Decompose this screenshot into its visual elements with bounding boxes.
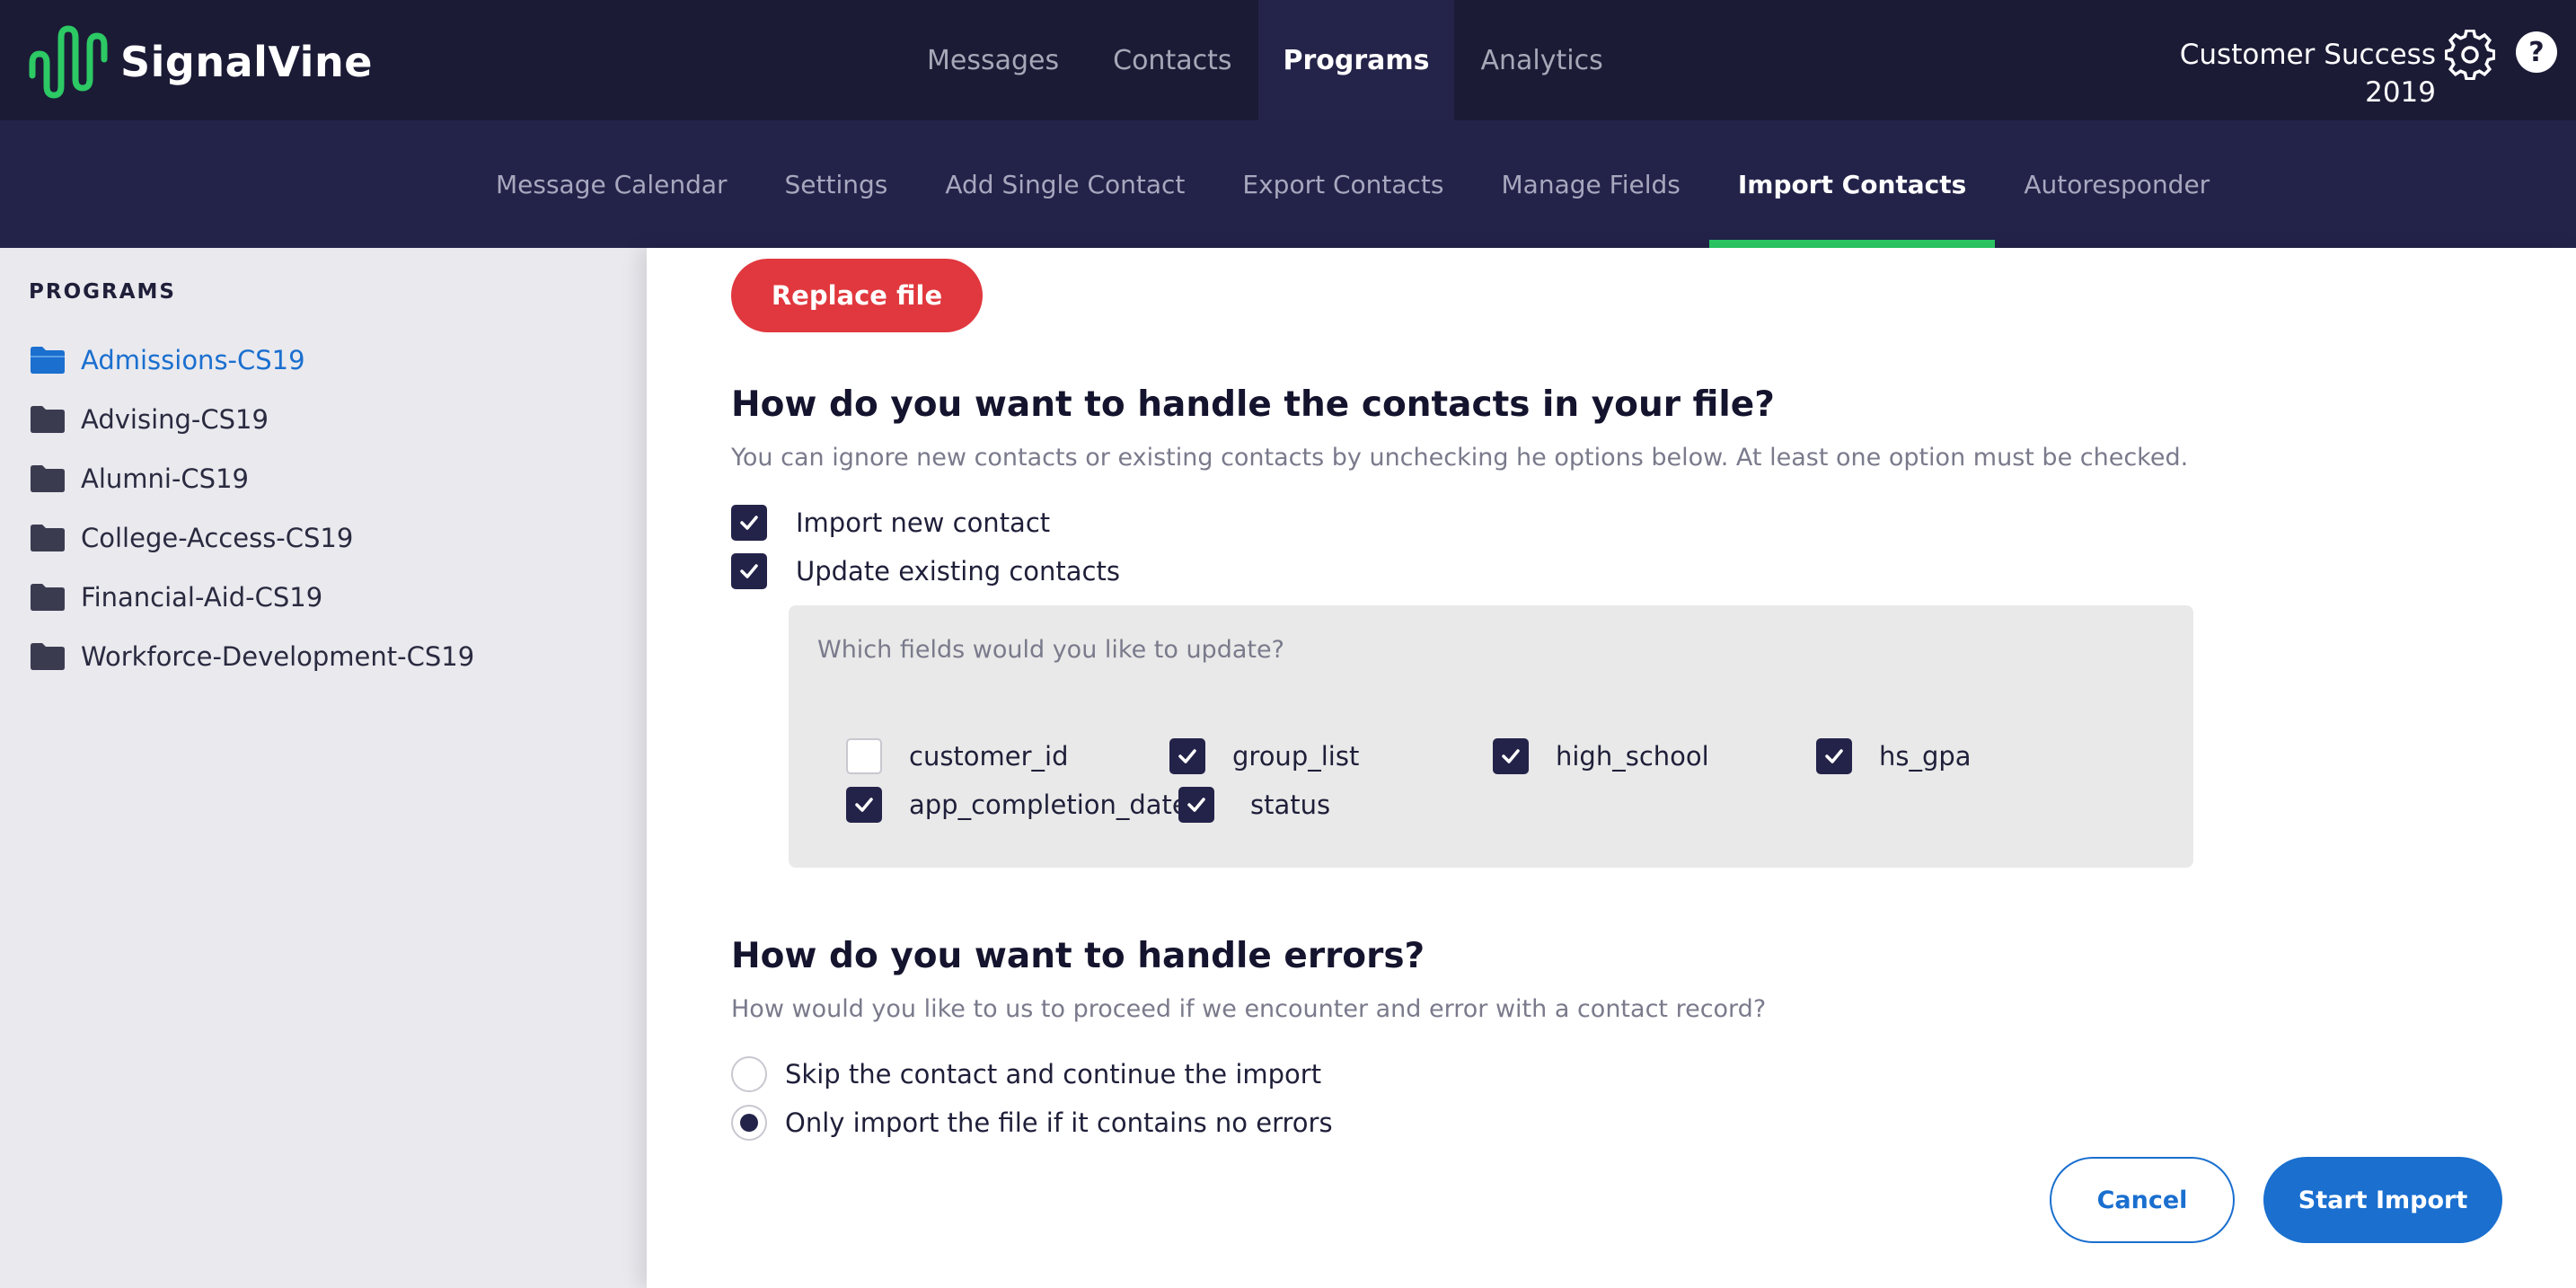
only-import-no-errors-option[interactable]: Only import the file if it contains no e…: [731, 1105, 1333, 1141]
field-checkbox-status[interactable]: [1178, 787, 1214, 823]
skip-contact-label: Skip the contact and continue the import: [785, 1059, 1322, 1090]
program-list: Admissions-CS19 Advising-CS19 Alumni-CS1…: [29, 331, 474, 686]
field-option-status[interactable]: status: [1178, 787, 1330, 823]
folder-icon: [31, 584, 65, 611]
field-option-group-list[interactable]: group_list: [1169, 738, 1359, 774]
sidebar-item-label: College-Access-CS19: [81, 523, 354, 553]
sidebar-item-alumni[interactable]: Alumni-CS19: [29, 449, 474, 508]
update-fields-panel: Which fields would you like to update? c…: [789, 605, 2193, 868]
checkmark-icon: [1187, 798, 1205, 812]
only-import-no-errors-label: Only import the file if it contains no e…: [785, 1107, 1333, 1138]
logo-text: SignalVine: [120, 38, 373, 86]
field-checkbox-hs-gpa[interactable]: [1816, 738, 1852, 774]
cancel-button[interactable]: Cancel: [2050, 1157, 2235, 1243]
checkmark-icon: [1178, 749, 1196, 763]
nav-messages[interactable]: Messages: [900, 0, 1086, 120]
field-label: customer_id: [909, 741, 1069, 772]
field-option-customer-id[interactable]: customer_id: [846, 738, 1069, 774]
field-checkbox-customer-id[interactable]: [846, 738, 882, 774]
errors-section-title: How do you want to handle errors?: [731, 936, 1425, 976]
tab-import-contacts[interactable]: Import Contacts: [1708, 120, 1996, 248]
field-label: status: [1250, 790, 1331, 820]
sidebar-heading: PROGRAMS: [29, 280, 176, 304]
sidebar-item-label: Financial-Aid-CS19: [81, 582, 323, 613]
import-new-contact-label: Import new contact: [796, 507, 1051, 538]
contacts-section-title: How do you want to handle the contacts i…: [731, 384, 1775, 425]
skip-contact-radio[interactable]: [731, 1056, 767, 1092]
help-icon[interactable]: ?: [2515, 31, 2558, 74]
sidebar-item-label: Alumni-CS19: [81, 463, 249, 494]
only-import-no-errors-radio[interactable]: [731, 1105, 767, 1141]
signalvine-logo[interactable]: SignalVine: [27, 23, 373, 101]
checkmark-icon: [1502, 749, 1520, 763]
program-subnav: Message Calendar Settings Add Single Con…: [0, 120, 2576, 248]
import-new-contact-option[interactable]: Import new contact: [731, 505, 1050, 541]
field-checkbox-high-school[interactable]: [1493, 738, 1529, 774]
checkmark-icon: [855, 798, 873, 812]
field-label: app_completion_date: [909, 790, 1188, 820]
sidebar-item-advising[interactable]: Advising-CS19: [29, 390, 474, 449]
start-import-button[interactable]: Start Import: [2263, 1157, 2502, 1243]
main-nav: Messages Contacts Programs Analytics: [900, 0, 1630, 120]
folder-icon: [31, 465, 65, 492]
nav-programs[interactable]: Programs: [1258, 0, 1454, 120]
field-checkbox-group-list[interactable]: [1169, 738, 1205, 774]
sidebar-item-workforce-development[interactable]: Workforce-Development-CS19: [29, 627, 474, 686]
field-label: high_school: [1556, 741, 1709, 772]
gear-icon[interactable]: [2445, 30, 2495, 80]
tab-export-contacts[interactable]: Export Contacts: [1213, 120, 1472, 248]
nav-contacts[interactable]: Contacts: [1086, 0, 1258, 120]
folder-icon: [31, 643, 65, 670]
field-option-hs-gpa[interactable]: hs_gpa: [1816, 738, 1972, 774]
sidebar-item-label: Workforce-Development-CS19: [81, 641, 475, 672]
update-existing-contacts-label: Update existing contacts: [796, 556, 1120, 587]
contacts-section-description: You can ignore new contacts or existing …: [731, 444, 2189, 472]
checkmark-icon: [1825, 749, 1843, 763]
folder-icon: [31, 406, 65, 433]
field-option-high-school[interactable]: high_school: [1493, 738, 1709, 774]
tab-settings[interactable]: Settings: [756, 120, 917, 248]
tab-autoresponder[interactable]: Autoresponder: [1995, 120, 2238, 248]
programs-sidebar: PROGRAMS Admissions-CS19 Advising-CS19 A…: [0, 248, 647, 1288]
update-existing-contacts-checkbox[interactable]: [731, 553, 767, 589]
radio-selected-dot: [740, 1114, 758, 1132]
workspace-name[interactable]: Customer Success 2019: [2114, 36, 2436, 109]
sidebar-item-admissions[interactable]: Admissions-CS19: [29, 331, 474, 390]
field-option-app-completion-date[interactable]: app_completion_date: [846, 787, 1188, 823]
top-navigation-bar: SignalVine Messages Contacts Programs An…: [0, 0, 2576, 120]
checkmark-icon: [740, 564, 758, 578]
signal-wave-icon: [29, 25, 108, 99]
replace-file-button[interactable]: Replace file: [731, 259, 983, 332]
field-checkbox-app-completion-date[interactable]: [846, 787, 882, 823]
tab-manage-fields[interactable]: Manage Fields: [1473, 120, 1709, 248]
folder-icon: [31, 525, 65, 551]
sidebar-item-label: Admissions-CS19: [81, 345, 305, 375]
skip-contact-option[interactable]: Skip the contact and continue the import: [731, 1056, 1321, 1092]
errors-section-description: How would you like to us to proceed if w…: [731, 995, 1767, 1023]
nav-analytics[interactable]: Analytics: [1454, 0, 1630, 120]
checkmark-icon: [740, 516, 758, 530]
import-contacts-panel: Replace file How do you want to handle t…: [647, 248, 2576, 1288]
import-new-contact-checkbox[interactable]: [731, 505, 767, 541]
tab-message-calendar[interactable]: Message Calendar: [467, 120, 756, 248]
field-label: group_list: [1232, 741, 1360, 772]
tab-add-single-contact[interactable]: Add Single Contact: [916, 120, 1213, 248]
field-label: hs_gpa: [1879, 741, 1972, 772]
sidebar-item-financial-aid[interactable]: Financial-Aid-CS19: [29, 568, 474, 627]
update-existing-contacts-option[interactable]: Update existing contacts: [731, 553, 1120, 589]
sidebar-item-college-access[interactable]: College-Access-CS19: [29, 508, 474, 568]
folder-open-icon: [31, 347, 65, 374]
fields-prompt: Which fields would you like to update?: [817, 636, 1284, 664]
svg-text:?: ?: [2528, 37, 2544, 68]
sidebar-item-label: Advising-CS19: [81, 404, 269, 435]
